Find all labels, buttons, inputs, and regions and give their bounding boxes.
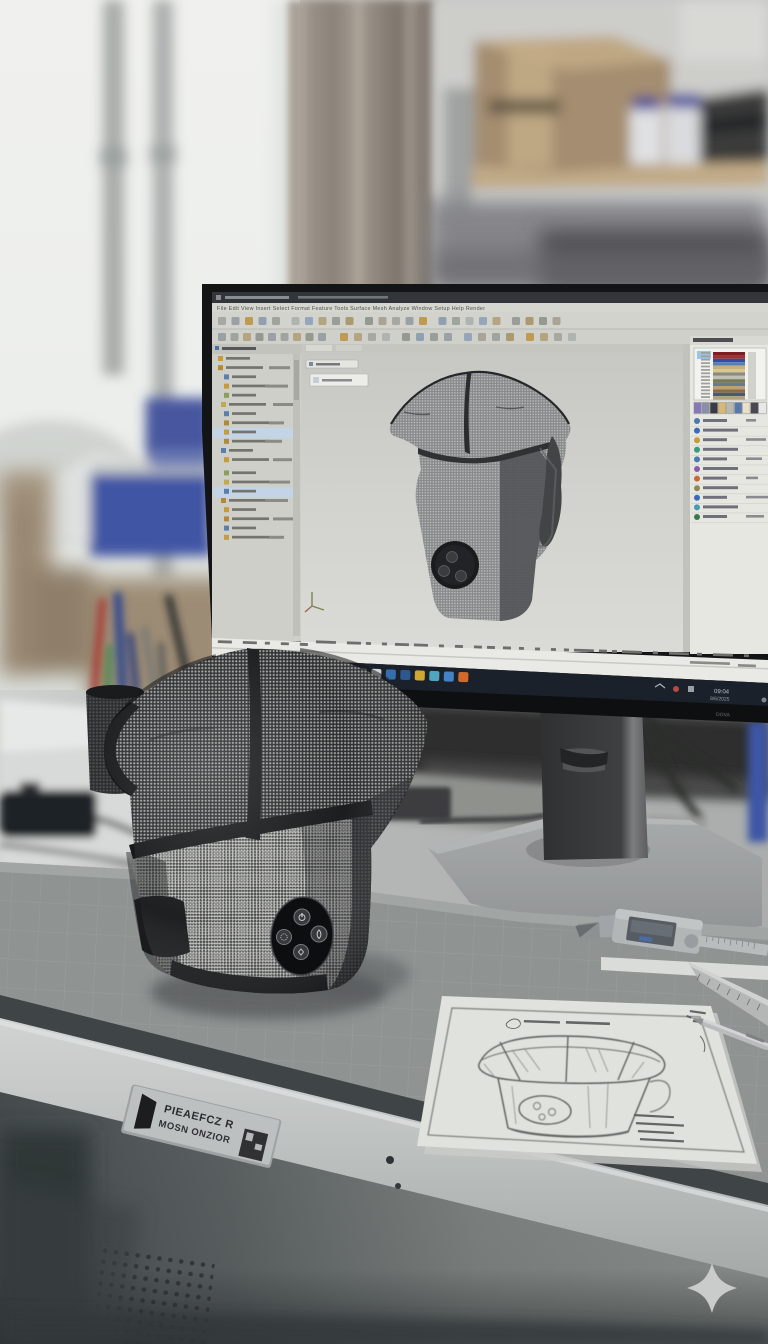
svg-text:File Edit View Insert Select F: File Edit View Insert Select Format Feat… [217,306,485,312]
svg-text:8/6/2025: 8/6/2025 [710,696,730,703]
svg-text:09:04: 09:04 [714,689,730,696]
svg-text:DOVA: DOVA [716,712,731,719]
